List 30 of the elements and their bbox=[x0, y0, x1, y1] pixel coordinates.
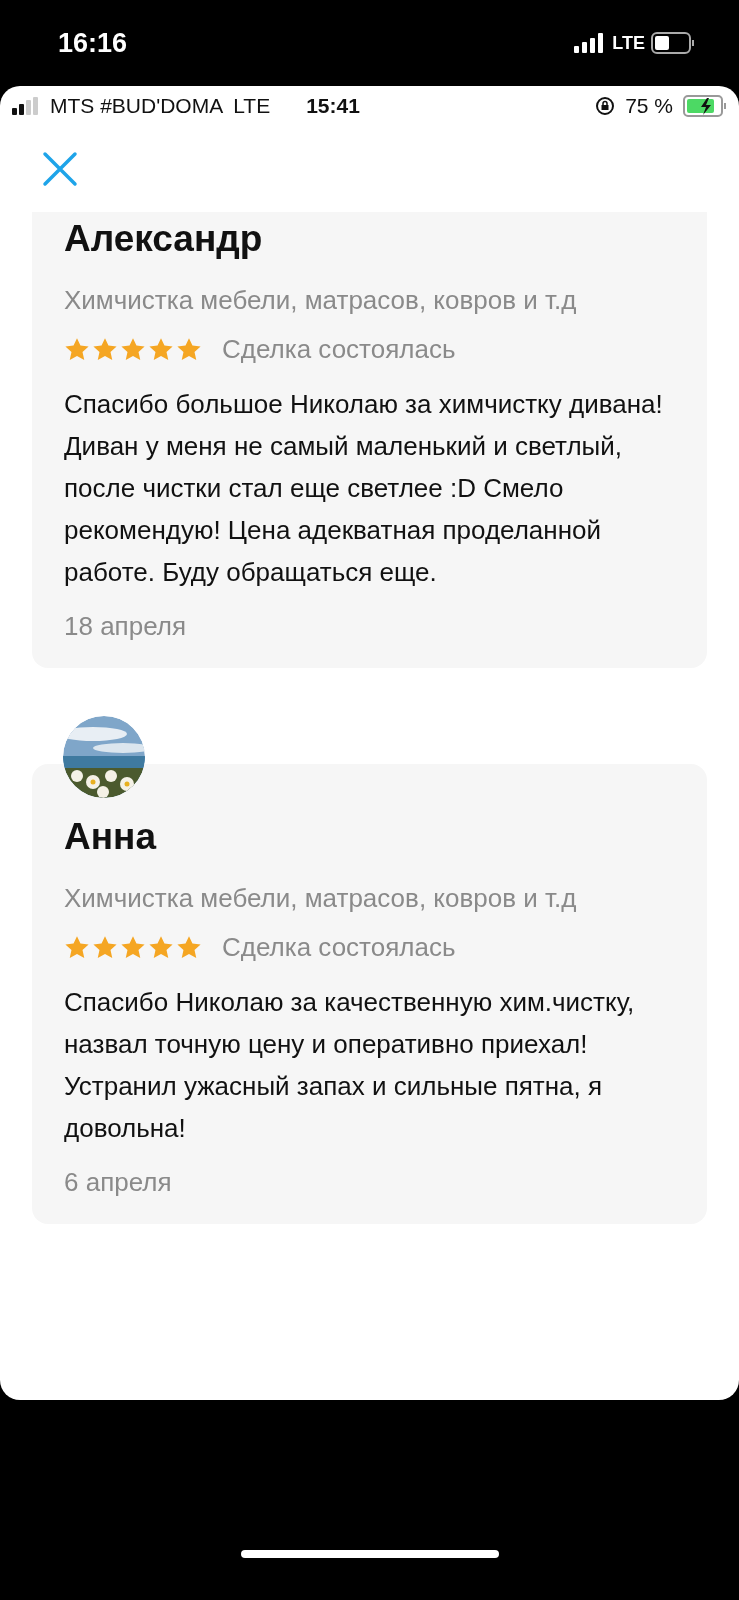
reviewer-name: Александр bbox=[64, 218, 264, 260]
star-icon bbox=[120, 935, 146, 960]
battery-charging-icon bbox=[683, 95, 727, 117]
star-icon bbox=[148, 935, 174, 960]
review-text: Спасибо Николаю за качественную хим.чистку, назвал точную цену и оперативно приехал! Устранил ужасный запах и сильные пятна, я довольна! bbox=[64, 986, 636, 1145]
star-icon bbox=[92, 337, 118, 362]
star-icon bbox=[148, 337, 174, 362]
service-label: Химчистка мебели, матрасов, ковров и т.д bbox=[64, 284, 578, 317]
star-icon bbox=[64, 337, 90, 362]
star-icon bbox=[176, 935, 202, 960]
review-text: Спасибо большое Николаю за химчистку дивана! Диван у меня не самый маленький и светлый, после чистки стал еще светлее :D Смело рекомендую! Цена адекватная проделанной работе. Буду обращаться еще. bbox=[64, 388, 664, 589]
rotation-lock-icon bbox=[595, 96, 616, 116]
signal-icon bbox=[12, 97, 40, 115]
star-icon bbox=[176, 337, 202, 362]
review-date: 6 апреля bbox=[64, 1167, 173, 1198]
status-time: 15:41 bbox=[306, 94, 360, 118]
carrier-label: MTS #BUD'DOMA bbox=[50, 94, 224, 118]
service-label: Химчистка мебели, матрасов, ковров и т.д bbox=[64, 882, 578, 915]
review-date: 18 апреля bbox=[64, 611, 187, 642]
star-icon bbox=[92, 935, 118, 960]
star-icon bbox=[64, 935, 90, 960]
star-icon bbox=[120, 337, 146, 362]
battery-percent: 75 % bbox=[625, 94, 673, 118]
device-time: 16:16 bbox=[58, 27, 128, 59]
deal-status: Сделка состоялась bbox=[222, 932, 456, 963]
deal-status: Сделка состоялась bbox=[222, 334, 456, 365]
network-label: LTE bbox=[612, 32, 645, 54]
battery-icon bbox=[651, 32, 695, 54]
reviewer-name: Анна bbox=[64, 816, 158, 858]
network-label: LTE bbox=[233, 94, 271, 118]
